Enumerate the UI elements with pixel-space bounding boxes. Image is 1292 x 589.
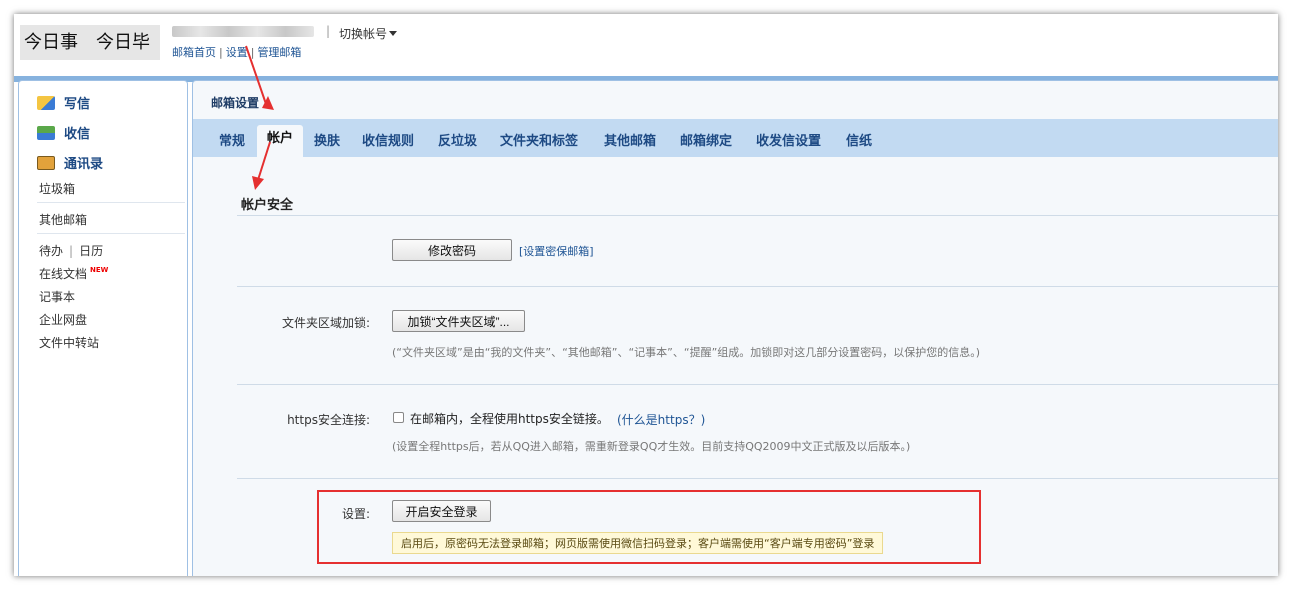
annotation-arrowhead bbox=[252, 176, 264, 190]
annotation-arrows bbox=[245, 45, 274, 190]
annotation-arrow-line bbox=[257, 141, 271, 181]
annotation-arrow-line bbox=[245, 45, 267, 105]
app-window: 今日事 今日毕 | 切换帐号 邮箱首页 | 设置 | 管理邮箱 写信 收信 通讯录 垃圾… bbox=[14, 14, 1278, 576]
